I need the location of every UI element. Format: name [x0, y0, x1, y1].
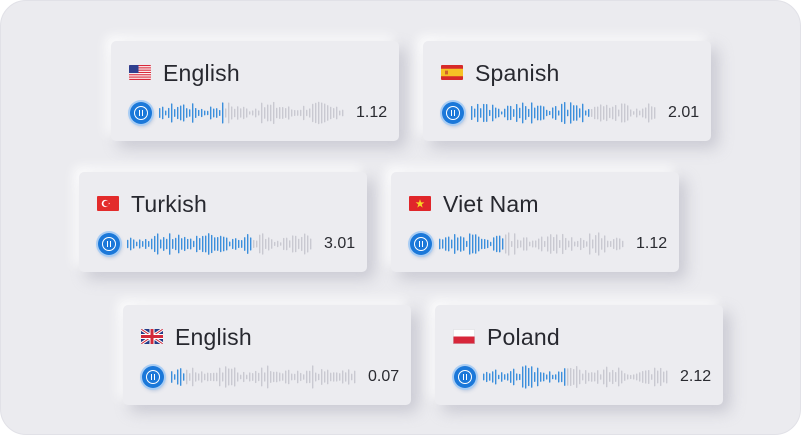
language-card-english-us[interactable]: English 1.12: [111, 41, 399, 141]
duration-label: 1.12: [636, 235, 668, 252]
spain-flag-icon: [441, 65, 463, 80]
audio-waveform[interactable]: [127, 231, 313, 257]
language-label: Poland: [487, 324, 560, 350]
audio-waveform[interactable]: [471, 100, 657, 126]
us-flag-icon: [129, 65, 151, 80]
pause-icon[interactable]: [454, 366, 476, 388]
duration-label: 2.01: [668, 104, 700, 121]
language-label: Viet Nam: [443, 191, 539, 217]
pause-icon[interactable]: [442, 102, 464, 124]
language-label: Turkish: [131, 191, 207, 217]
uk-flag-icon: [141, 329, 163, 344]
language-card-vietnam[interactable]: Viet Nam 1.12: [391, 172, 679, 272]
language-card-poland[interactable]: Poland 2.12: [435, 305, 723, 405]
language-label: Spanish: [475, 60, 560, 86]
vietnam-flag-icon: [409, 196, 431, 211]
audio-waveform[interactable]: [483, 364, 669, 390]
poland-flag-icon: [453, 329, 475, 344]
language-card-spanish[interactable]: Spanish 2.01: [423, 41, 711, 141]
pause-icon[interactable]: [410, 233, 432, 255]
audio-waveform[interactable]: [171, 364, 357, 390]
audio-waveform[interactable]: [159, 100, 345, 126]
turkey-flag-icon: [97, 196, 119, 211]
language-card-english-uk[interactable]: English 0.07: [123, 305, 411, 405]
duration-label: 3.01: [324, 235, 356, 252]
duration-label: 2.12: [680, 368, 712, 385]
app-frame: English 1.12 Spanish 2.01 Turkish 3.01 V…: [0, 0, 801, 435]
language-card-turkish[interactable]: Turkish 3.01: [79, 172, 367, 272]
pause-icon[interactable]: [130, 102, 152, 124]
pause-icon[interactable]: [98, 233, 120, 255]
audio-waveform[interactable]: [439, 231, 625, 257]
pause-icon[interactable]: [142, 366, 164, 388]
duration-label: 0.07: [368, 368, 400, 385]
duration-label: 1.12: [356, 104, 388, 121]
language-label: English: [175, 324, 252, 350]
language-label: English: [163, 60, 240, 86]
